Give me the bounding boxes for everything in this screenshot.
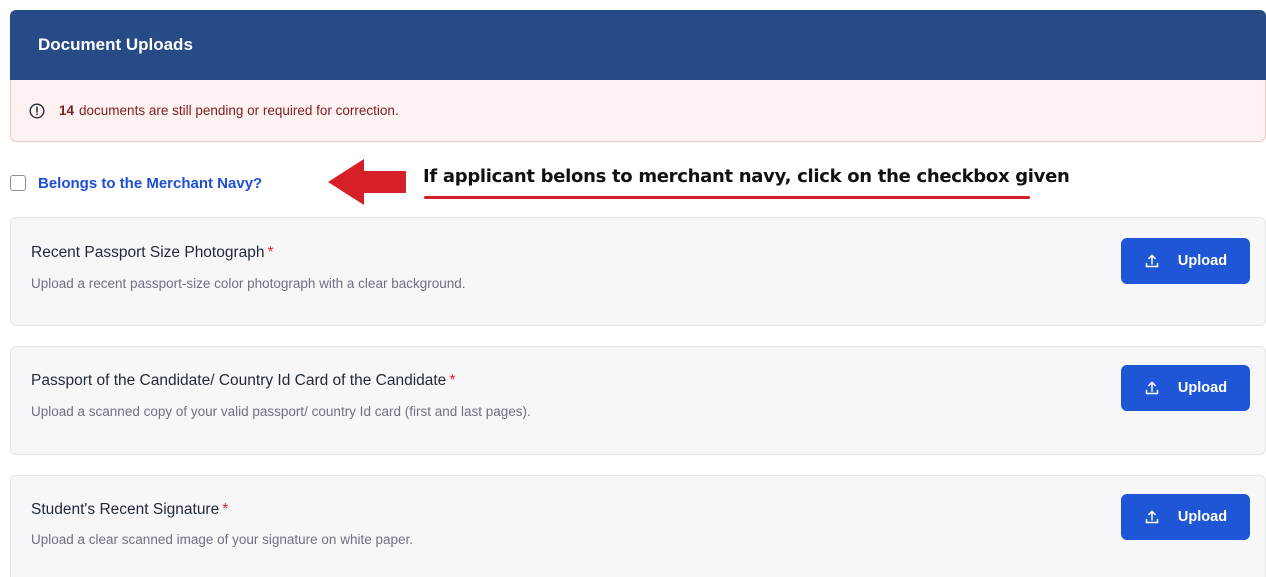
upload-button[interactable]: Upload (1121, 494, 1250, 540)
document-title-text: Recent Passport Size Photograph (31, 244, 265, 261)
document-title: Student's Recent Signature * (31, 501, 228, 519)
document-title: Recent Passport Size Photograph * (31, 244, 274, 262)
upload-button-label: Upload (1177, 380, 1228, 396)
document-description: Upload a scanned copy of your valid pass… (31, 404, 531, 419)
document-description: Upload a clear scanned image of your sig… (31, 532, 413, 547)
merchant-navy-checkbox[interactable] (10, 175, 26, 191)
upload-icon (1144, 509, 1160, 525)
upload-icon (1144, 380, 1160, 396)
annotation-text: If applicant belons to merchant navy, cl… (423, 166, 1070, 187)
merchant-navy-row: Belongs to the Merchant Navy? (10, 172, 262, 194)
document-title-text: Student's Recent Signature (31, 501, 220, 518)
required-marker: * (267, 244, 274, 261)
annotation-underline (424, 196, 1030, 199)
document-card-passport: Passport of the Candidate/ Country Id Ca… (10, 346, 1266, 455)
document-description: Upload a recent passport-size color phot… (31, 276, 466, 291)
upload-button-label: Upload (1177, 253, 1228, 269)
required-marker: * (222, 501, 229, 518)
upload-button[interactable]: Upload (1121, 238, 1250, 284)
upload-button-label: Upload (1177, 509, 1228, 525)
document-card-photograph: Recent Passport Size Photograph * Upload … (10, 217, 1266, 326)
merchant-navy-label[interactable]: Belongs to the Merchant Navy? (38, 175, 262, 192)
pending-documents-alert: 14 documents are still pending or requir… (10, 80, 1266, 142)
required-marker: * (449, 372, 456, 389)
document-card-signature: Student's Recent Signature * Upload a cle… (10, 475, 1266, 577)
red-arrow-left-icon (326, 157, 408, 212)
info-circle-icon (29, 102, 45, 119)
section-header: Document Uploads (10, 10, 1266, 80)
document-title: Passport of the Candidate/ Country Id Ca… (31, 372, 455, 390)
alert-message: documents are still pending or required … (79, 103, 399, 118)
pending-count: 14 (59, 103, 75, 118)
document-title-text: Passport of the Candidate/ Country Id Ca… (31, 372, 447, 389)
section-title: Document Uploads (38, 35, 193, 54)
upload-icon (1144, 253, 1160, 269)
upload-button[interactable]: Upload (1121, 365, 1250, 411)
